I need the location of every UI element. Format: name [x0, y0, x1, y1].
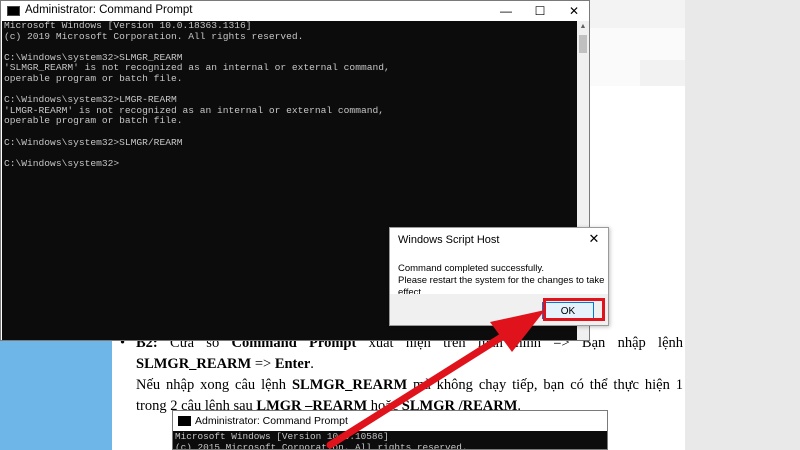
- scroll-thumb[interactable]: [579, 35, 587, 53]
- console-text-2: Microsoft Windows [Version 10.0.10586] (…: [175, 431, 468, 450]
- document-left-sidebar: [0, 340, 112, 450]
- ok-button-highlight: [543, 298, 605, 321]
- cmd-icon: [7, 6, 20, 16]
- document-right-margin: [685, 0, 800, 450]
- close-button[interactable]: ✕: [557, 1, 591, 21]
- cmd-icon-2: [178, 416, 191, 426]
- console-text: Microsoft Windows [Version 10.0.18363.13…: [4, 21, 390, 169]
- window-title: Administrator: Command Prompt: [25, 4, 193, 16]
- command-prompt-window-2: Administrator: Command Prompt Microsoft …: [172, 410, 608, 450]
- window-title-2: Administrator: Command Prompt: [195, 415, 348, 427]
- dialog-close-button[interactable]: ✕: [586, 231, 602, 247]
- minimize-button[interactable]: —: [489, 1, 523, 21]
- window-titlebar-2: Administrator: Command Prompt: [173, 411, 607, 431]
- document-text: • B2: Cửa sổ Command Prompt xuất hiện tr…: [118, 333, 683, 417]
- dialog-message-line1: Command completed successfully.: [398, 263, 545, 274]
- window-titlebar[interactable]: Administrator: Command Prompt — ☐ ✕: [1, 1, 589, 21]
- console-output-2: Microsoft Windows [Version 10.0.10586] (…: [173, 431, 607, 450]
- scroll-up-icon[interactable]: ▲: [577, 21, 589, 33]
- dialog-title: Windows Script Host: [398, 234, 500, 246]
- maximize-button[interactable]: ☐: [523, 1, 557, 21]
